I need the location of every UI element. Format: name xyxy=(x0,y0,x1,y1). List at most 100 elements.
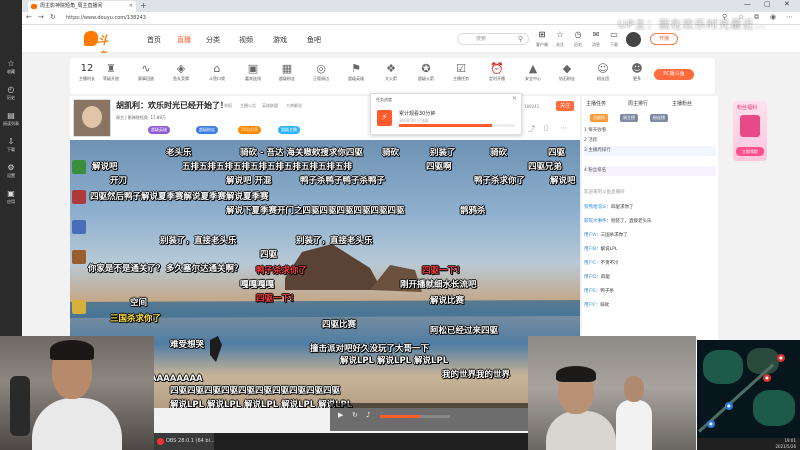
nav-games[interactable]: 游戏 xyxy=(273,35,287,45)
user-avatar[interactable] xyxy=(626,32,641,47)
rank-row[interactable]: 4 粉丝排名 xyxy=(584,166,716,176)
profile-icon[interactable]: ◉ xyxy=(770,13,776,21)
activity-item[interactable]: ▲ 安全中心 xyxy=(518,61,548,82)
chat-username[interactable]: 用户A xyxy=(584,233,596,238)
chat-username[interactable]: 影院大事件 xyxy=(584,219,607,224)
report-link[interactable]: 举报 xyxy=(224,103,232,109)
activity-item[interactable]: ⏰ 定时开播 xyxy=(482,61,512,82)
nav-yuba[interactable]: 鱼吧 xyxy=(307,35,321,45)
phone-icon[interactable]: ▯ xyxy=(544,124,548,132)
chat-username[interactable]: 用户E xyxy=(584,289,596,294)
forward-icon[interactable]: → xyxy=(38,13,44,21)
streamer-avatar[interactable] xyxy=(73,99,111,137)
activity-item[interactable]: ∿ 赛事回放 xyxy=(131,61,161,82)
activity-item[interactable]: ◎ 正版周边 xyxy=(306,61,336,82)
activity-item[interactable]: ❖ 大火箭 xyxy=(376,61,406,82)
message-button[interactable]: ✉ 消息 xyxy=(588,30,604,50)
maximize-icon[interactable]: ▢ xyxy=(764,0,771,8)
activity-item[interactable]: ☺ 粉丝团 xyxy=(588,61,618,82)
task-popup[interactable]: 任务进度 ✕ ⚡ 累计观看30分钟 3000/30 已领取 xyxy=(370,93,522,135)
chat-username[interactable]: 用户B xyxy=(584,247,596,252)
activity-item[interactable]: ▦ 超级粉丝 xyxy=(272,61,302,82)
activity-item[interactable]: ◆ 钻石粉丝 xyxy=(552,61,582,82)
refresh-icon[interactable]: ↻ xyxy=(50,13,56,21)
refresh-stream-icon[interactable]: ↻ xyxy=(352,411,358,419)
chat-username[interactable]: 用户D xyxy=(584,275,596,280)
rank-tab-contrib[interactable]: 贡献榜 xyxy=(590,114,608,122)
client-button[interactable]: ⊞ 客户端 xyxy=(534,30,550,50)
fan-gift-card[interactable]: 粉丝福利 立即领取 xyxy=(733,101,767,161)
sidebar-item-apps[interactable]: ▣ 应用 xyxy=(2,188,20,210)
chat-username[interactable]: 用户F xyxy=(584,303,596,308)
activity-item[interactable]: ◈ 鱼丸竞猜 xyxy=(166,61,196,82)
sidebar-item-settings[interactable]: ⚙ 设置 xyxy=(2,162,20,184)
follow-button[interactable]: 关注 xyxy=(556,101,574,111)
taskbar-obs[interactable]: OBS 28.0.1 (64 bi... xyxy=(154,433,215,450)
sidebar-item-reading-list[interactable]: ▤ 阅读列表 xyxy=(2,110,20,132)
sidebar-item-history[interactable]: ◴ 历史 xyxy=(2,84,20,106)
tab-anchor-fans[interactable]: 主播粉丝 xyxy=(672,100,692,107)
douyu-logo[interactable]: 斗鱼 xyxy=(84,31,118,63)
share-icon[interactable]: ⤴ xyxy=(528,124,535,134)
back-icon[interactable]: ← xyxy=(26,13,32,21)
close-window-icon[interactable]: ✕ xyxy=(784,0,790,8)
history-button[interactable]: ◷ 历史 xyxy=(570,30,586,50)
tab-anchor-task[interactable]: 主播任务 xyxy=(586,100,606,107)
chat-message[interactable]: 用户D：四驱 xyxy=(584,274,716,280)
badge-super-hero[interactable]: 超级英雄 xyxy=(148,126,170,134)
nav-home[interactable]: 首页 xyxy=(147,35,161,45)
rank-row[interactable]: 1 每天收看 xyxy=(584,126,716,136)
close-tab-icon[interactable]: ✕ xyxy=(129,1,133,12)
clock[interactable]: 19:01 2021/5/26 xyxy=(775,438,796,450)
url-field[interactable]: https://www.douyu.com/138243 xyxy=(66,14,666,23)
new-tab-button[interactable]: + xyxy=(140,1,147,10)
rank-tab-fans[interactable]: 粉丝榜 xyxy=(650,114,668,122)
download-button[interactable]: ▭ 下载 xyxy=(606,30,622,50)
sidebar-item-favorites[interactable]: ☆ 收藏 xyxy=(2,58,20,80)
activity-item[interactable]: ✪ 超级火箭 xyxy=(411,61,441,82)
claim-gift-button[interactable]: 立即领取 xyxy=(736,147,764,156)
activity-item[interactable]: ⚑ 超级英雄 xyxy=(341,61,371,82)
nav-category[interactable]: 分类 xyxy=(206,35,220,45)
sidebar-item-downloads[interactable]: ⇩ 下载 xyxy=(2,136,20,158)
chat-message[interactable]: 用户F：骑砍 xyxy=(584,302,716,308)
minimize-icon[interactable]: — xyxy=(744,0,751,8)
activity-item[interactable]: ⌂ 斗鱼口袋 xyxy=(202,61,232,82)
volume-icon[interactable]: ♪ xyxy=(366,411,370,419)
chat-message[interactable]: 用户E：鸭子杀 xyxy=(584,288,716,294)
tag-link[interactable]: 大神解说 xyxy=(286,103,302,109)
activity-item[interactable]: ♜ 等级开放 xyxy=(96,61,126,82)
badge-super-fan[interactable]: 超级粉丝 xyxy=(196,126,218,134)
badge-share[interactable]: 10分分享 xyxy=(238,126,262,134)
follow-list-button[interactable]: ☆ 关注 xyxy=(552,30,568,50)
nav-live[interactable]: 直播 xyxy=(177,35,191,45)
chat-message[interactable]: 狗熊哈流斗：四驱求你了 xyxy=(584,204,716,210)
close-icon[interactable]: ✕ xyxy=(512,95,517,102)
browser-tab[interactable]: 周主影神院短角_周主直播间 ✕ xyxy=(28,1,136,12)
chat-message[interactable]: 影院大事件：别装了，直接老头乐 xyxy=(584,218,716,224)
activity-item[interactable]: ▣ 嘉宾连线 xyxy=(238,61,268,82)
pc-client-button[interactable]: PC版斗鱼 xyxy=(654,69,694,80)
menu-icon[interactable]: ⋯ xyxy=(786,13,793,21)
play-icon[interactable]: ▶ xyxy=(338,411,343,419)
activity-item[interactable]: ☻ 更多 xyxy=(622,61,652,82)
chat-message[interactable]: 用户B：解说LPL xyxy=(584,246,716,252)
nav-video[interactable]: 视频 xyxy=(239,35,253,45)
tab-weekly-rank[interactable]: 周主排行 xyxy=(628,100,648,107)
badge-super-anchor[interactable]: 超级主播 xyxy=(278,126,300,134)
chat-message[interactable]: 用户A：三国杀求你了 xyxy=(584,232,716,238)
category-link[interactable]: 英雄联盟 xyxy=(262,103,278,109)
chat-message[interactable]: 用户C：不贵不冷 xyxy=(584,260,716,266)
search-icon[interactable]: ⚲ xyxy=(518,34,523,44)
more-icon[interactable]: ⋯ xyxy=(560,124,567,132)
notice-link[interactable]: 主播公告 xyxy=(240,103,256,109)
rank-row[interactable]: 2 活跃 xyxy=(584,136,716,146)
search-input[interactable]: 搜索 ⚲ xyxy=(457,33,529,45)
rank-row[interactable]: 3 主播周排行 xyxy=(584,146,716,156)
chat-username[interactable]: 狗熊哈流斗 xyxy=(584,205,607,210)
rank-tab-week[interactable]: 周主榜 xyxy=(620,114,638,122)
chat-username[interactable]: 用户C xyxy=(584,261,596,266)
open-live-button[interactable]: 开播 xyxy=(650,33,678,45)
volume-slider[interactable] xyxy=(380,415,450,418)
activity-item[interactable]: ☑ 主播任务 xyxy=(446,61,476,82)
